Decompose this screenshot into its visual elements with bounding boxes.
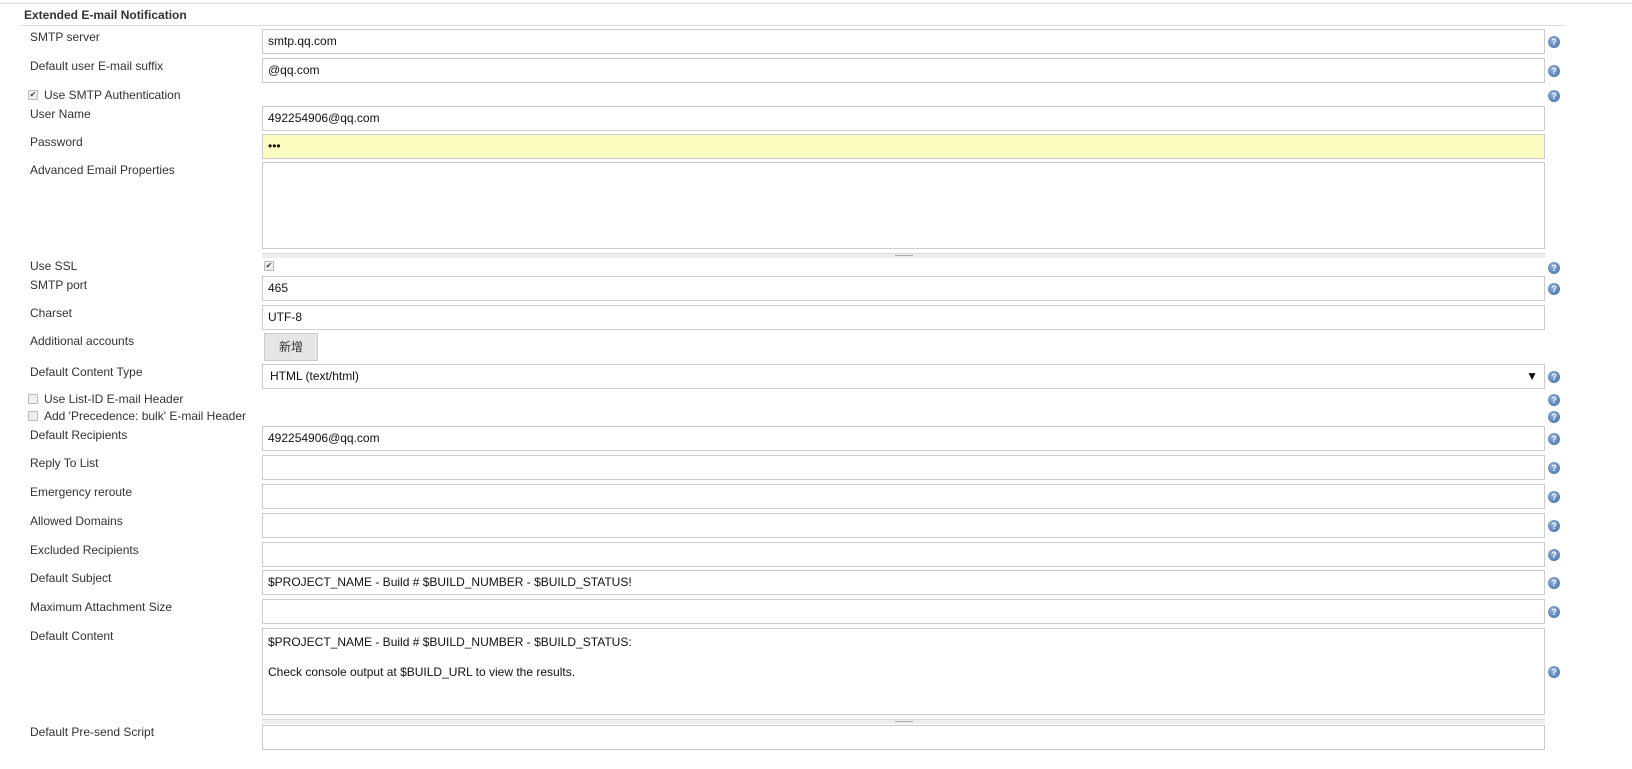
additional-accounts-add-button[interactable]: 新增 <box>264 333 318 361</box>
default-recipients-input[interactable]: 492254906@qq.com <box>262 426 1545 451</box>
smtp-server-label: SMTP server <box>30 30 100 44</box>
use-smtp-authentication-label: Use SMTP Authentication <box>44 88 181 102</box>
password-input[interactable]: ••• <box>262 134 1545 159</box>
maximum-attachment-size-help-icon[interactable]: ? <box>1548 606 1560 618</box>
select-value: HTML (text/html) <box>270 369 359 383</box>
use-list-id-e-mail-header-checkbox-row[interactable]: Use List-ID E-mail Header <box>28 392 183 406</box>
default-content-type-help-icon[interactable]: ? <box>1548 371 1560 383</box>
advanced-email-properties-resize-handle[interactable] <box>262 253 1545 258</box>
default-subject-help-icon[interactable]: ? <box>1548 577 1560 589</box>
smtp-server-help-icon[interactable]: ? <box>1548 36 1560 48</box>
smtp-port-help-icon[interactable]: ? <box>1548 283 1560 295</box>
default-user-e-mail-suffix-label: Default user E-mail suffix <box>30 59 164 73</box>
use-list-id-e-mail-header-help-icon[interactable]: ? <box>1548 394 1560 406</box>
charset-input[interactable]: UTF-8 <box>262 305 1545 330</box>
emergency-reroute-input[interactable] <box>262 484 1545 509</box>
use-list-id-e-mail-header-checkbox[interactable] <box>28 394 38 404</box>
use-smtp-authentication-checkbox[interactable]: ✔ <box>28 90 38 100</box>
default-content-label: Default Content <box>30 629 114 643</box>
emergency-reroute-label: Emergency reroute <box>30 485 133 499</box>
default-content-textarea[interactable]: $PROJECT_NAME - Build # $BUILD_NUMBER - … <box>262 628 1545 715</box>
user-name-input[interactable]: 492254906@qq.com <box>262 106 1545 131</box>
allowed-domains-input[interactable] <box>262 513 1545 538</box>
use-list-id-e-mail-header-label: Use List-ID E-mail Header <box>44 392 184 406</box>
default-recipients-help-icon[interactable]: ? <box>1548 433 1560 445</box>
default-content-resize-handle[interactable] <box>262 719 1545 724</box>
use-smtp-authentication-checkbox-row[interactable]: ✔ Use SMTP Authentication <box>28 88 181 102</box>
maximum-attachment-size-input[interactable] <box>262 599 1545 624</box>
use-ssl-label: Use SSL <box>30 259 78 273</box>
default-content-type-select[interactable]: HTML (text/html) ▼ <box>262 364 1545 389</box>
default-content-type-label: Default Content Type <box>30 365 143 379</box>
excluded-recipients-help-icon[interactable]: ? <box>1548 549 1560 561</box>
add-precedence-bulk-e-mail-header-checkbox-row[interactable]: Add 'Precedence: bulk' E-mail Header <box>28 409 246 423</box>
use-ssl-checkbox[interactable]: ✔ <box>264 261 274 271</box>
use-smtp-authentication-help-icon[interactable]: ? <box>1548 90 1560 102</box>
top-divider <box>0 3 1632 4</box>
section-title: Extended E-mail Notification <box>24 8 187 22</box>
password-label: Password <box>30 135 83 149</box>
default-recipients-label: Default Recipients <box>30 428 128 442</box>
add-precedence-bulk-e-mail-header-label: Add 'Precedence: bulk' E-mail Header <box>44 409 247 423</box>
advanced-email-properties-label: Advanced Email Properties <box>30 163 175 177</box>
use-ssl-help-icon[interactable]: ? <box>1548 262 1560 274</box>
dropdown-arrow-icon: ▼ <box>1526 369 1538 383</box>
default-subject-input[interactable]: $PROJECT_NAME - Build # $BUILD_NUMBER - … <box>262 570 1545 595</box>
default-user-e-mail-suffix-input[interactable]: @qq.com <box>262 58 1545 83</box>
default-content-help-icon[interactable]: ? <box>1548 665 1560 678</box>
excluded-recipients-input[interactable] <box>262 542 1545 567</box>
add-precedence-bulk-e-mail-header-help-icon[interactable]: ? <box>1548 411 1560 423</box>
maximum-attachment-size-label: Maximum Attachment Size <box>30 600 173 614</box>
allowed-domains-help-icon[interactable]: ? <box>1548 520 1560 532</box>
emergency-reroute-help-icon[interactable]: ? <box>1548 491 1560 503</box>
excluded-recipients-label: Excluded Recipients <box>30 543 139 557</box>
reply-to-list-input[interactable] <box>262 455 1545 480</box>
add-precedence-bulk-e-mail-header-checkbox[interactable] <box>28 411 38 421</box>
smtp-server-input[interactable]: smtp.qq.com <box>262 29 1545 54</box>
default-pre-send-script-input[interactable] <box>262 725 1545 750</box>
default-subject-label: Default Subject <box>30 571 112 585</box>
reply-to-list-label: Reply To List <box>30 456 99 470</box>
smtp-port-label: SMTP port <box>30 278 88 292</box>
additional-accounts-label: Additional accounts <box>30 334 135 348</box>
user-name-label: User Name <box>30 107 91 121</box>
default-pre-send-script-label: Default Pre-send Script <box>30 725 155 739</box>
advanced-email-properties-textarea[interactable] <box>262 162 1545 249</box>
default-user-e-mail-suffix-help-icon[interactable]: ? <box>1548 65 1560 77</box>
charset-label: Charset <box>30 306 73 320</box>
section-divider <box>20 25 1565 26</box>
allowed-domains-label: Allowed Domains <box>30 514 123 528</box>
smtp-port-input[interactable]: 465 <box>262 276 1545 301</box>
reply-to-list-help-icon[interactable]: ? <box>1548 462 1560 474</box>
